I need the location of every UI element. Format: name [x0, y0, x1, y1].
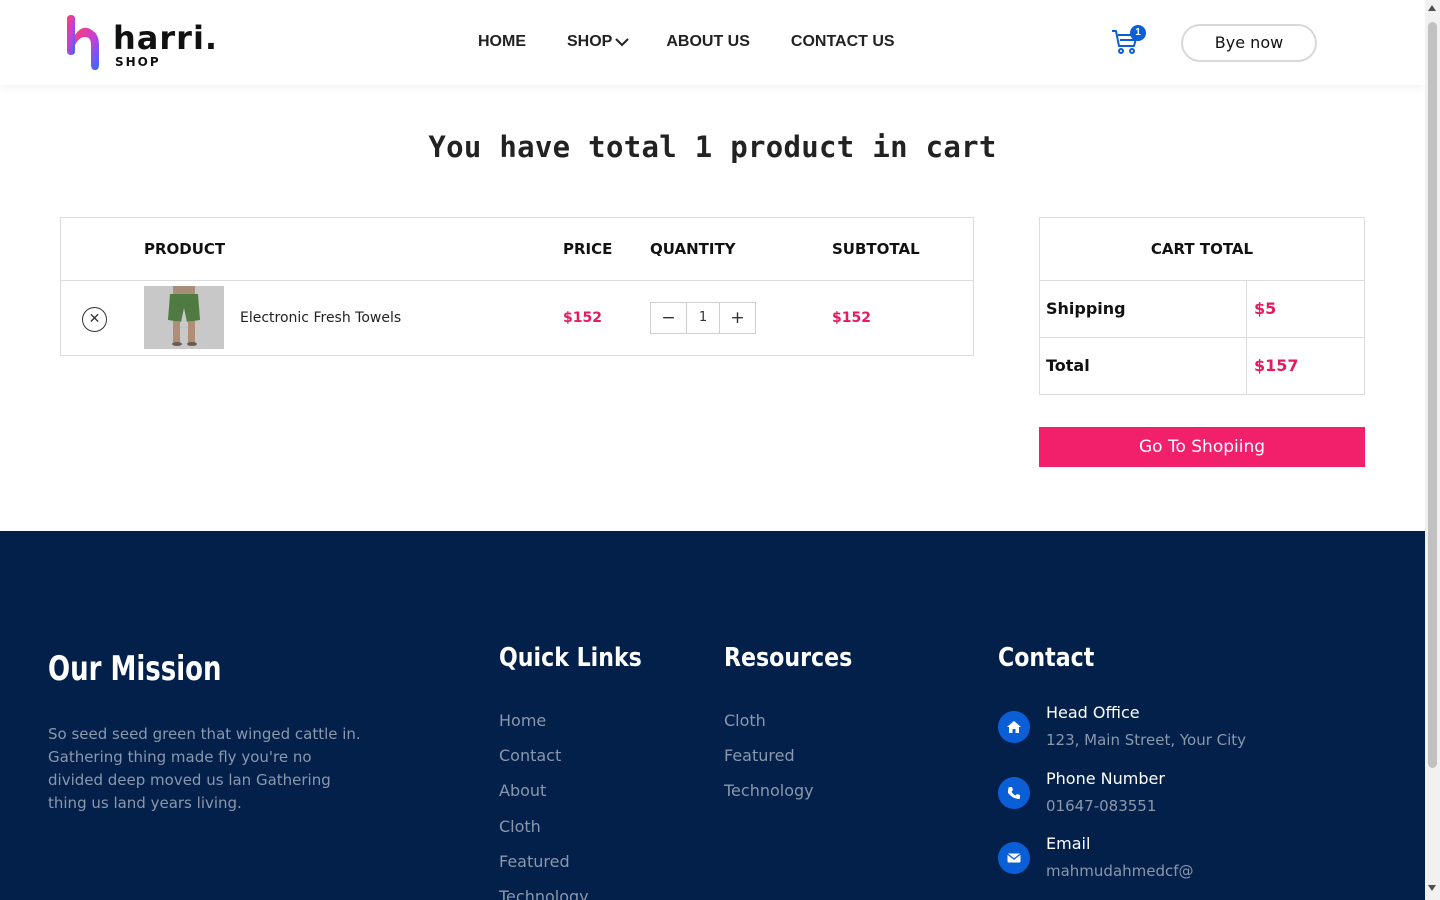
quick-links-list: Home Contact About Cloth Featured Techno…	[499, 711, 589, 900]
product-price: $152	[563, 310, 602, 326]
resources-title: Resources	[724, 643, 853, 673]
total-label: Total	[1046, 356, 1090, 375]
resources-list: Cloth Featured Technology	[724, 711, 814, 817]
contact-value[interactable]: 01647-083551	[1046, 797, 1156, 815]
total-value: $157	[1254, 356, 1299, 375]
quick-links-title: Quick Links	[499, 643, 642, 673]
close-icon[interactable]: ✕	[82, 307, 107, 332]
shipping-row: Shipping $5	[1040, 281, 1364, 338]
mission-title: Our Mission	[48, 649, 222, 689]
cart-table-header: PRODUCT PRICE QUANTITY SUBTOTAL	[61, 218, 973, 281]
contact-label: Email	[1046, 834, 1091, 853]
quick-link-contact[interactable]: Contact	[499, 746, 589, 781]
logo[interactable]: harri. SHOP	[63, 15, 223, 71]
contact-email: Email mahmudahmedcf@	[998, 834, 1398, 900]
quick-link-cloth[interactable]: Cloth	[499, 817, 589, 852]
cart-count-badge: 1	[1130, 25, 1146, 41]
contact-head-office: Head Office 123, Main Street, Your City	[998, 703, 1398, 771]
logo-mark-icon	[67, 15, 99, 70]
quick-link-home[interactable]: Home	[499, 711, 589, 746]
product-image-icon	[144, 286, 224, 349]
cart-title: You have total 1 product in cart	[428, 130, 997, 164]
shipping-label: Shipping	[1046, 299, 1126, 318]
column-price: PRICE	[563, 240, 613, 258]
contact-value: 123, Main Street, Your City	[1046, 731, 1247, 749]
scroll-down-icon[interactable]	[1428, 885, 1436, 891]
cart-total-title: CART TOTAL	[1040, 218, 1364, 281]
column-product: PRODUCT	[144, 240, 226, 258]
decrease-quantity-button[interactable]: −	[651, 303, 686, 333]
mission-text: So seed seed green that winged cattle in…	[48, 725, 361, 812]
resource-link-featured[interactable]: Featured	[724, 746, 814, 781]
contact-label: Phone Number	[1046, 769, 1165, 788]
buy-now-button[interactable]: Bye now	[1181, 24, 1317, 62]
nav-about[interactable]: ABOUT US	[666, 33, 750, 51]
site-footer: Our Mission So seed seed green that wing…	[0, 531, 1425, 900]
nav-contact[interactable]: CONTACT US	[791, 33, 895, 51]
product-name[interactable]: Electronic Fresh Towels	[240, 310, 401, 326]
logo-subtitle: SHOP	[115, 55, 161, 69]
product-subtotal: $152	[832, 310, 871, 326]
nav-home[interactable]: HOME	[478, 33, 526, 51]
page-scrollbar[interactable]	[1425, 0, 1440, 900]
scrollbar-thumb[interactable]	[1428, 22, 1437, 768]
product-thumbnail[interactable]	[144, 286, 224, 349]
scroll-up-icon[interactable]	[1428, 5, 1436, 11]
home-icon	[998, 711, 1030, 743]
quantity-stepper: − 1 +	[650, 302, 756, 334]
increase-quantity-button[interactable]: +	[720, 303, 755, 333]
row-divider	[1246, 338, 1247, 395]
quick-link-featured[interactable]: Featured	[499, 852, 589, 887]
quick-link-about[interactable]: About	[499, 781, 589, 816]
mail-icon	[998, 842, 1030, 874]
nav-shop-label: SHOP	[567, 33, 613, 50]
cart-total-box: CART TOTAL Shipping $5 Total $157	[1039, 217, 1365, 395]
go-to-shopping-button[interactable]: Go To Shopiing	[1039, 427, 1365, 467]
total-row: Total $157	[1040, 338, 1364, 395]
main-nav: HOME SHOP ABOUT US CONTACT US	[478, 30, 936, 54]
contact-phone: Phone Number 01647-083551	[998, 769, 1398, 837]
quick-link-technology[interactable]: Technology	[499, 887, 589, 900]
page: harri. SHOP HOME SHOP ABOUT US CONTACT U…	[0, 0, 1425, 900]
quantity-value[interactable]: 1	[686, 303, 720, 333]
nav-shop[interactable]: SHOP	[567, 33, 630, 51]
column-quantity: QUANTITY	[650, 240, 736, 258]
contact-title: Contact	[998, 643, 1095, 673]
chevron-down-icon	[615, 38, 630, 47]
site-header: harri. SHOP HOME SHOP ABOUT US CONTACT U…	[0, 0, 1425, 85]
cart-table: PRODUCT PRICE QUANTITY SUBTOTAL ✕ Electr…	[60, 217, 974, 356]
resource-link-cloth[interactable]: Cloth	[724, 711, 814, 746]
shipping-value: $5	[1254, 299, 1277, 318]
logo-name: harri.	[113, 19, 219, 57]
row-divider	[1246, 281, 1247, 338]
phone-icon	[998, 777, 1030, 809]
resource-link-technology[interactable]: Technology	[724, 781, 814, 816]
contact-value[interactable]: mahmudahmedcf@	[1046, 862, 1194, 880]
column-subtotal: SUBTOTAL	[832, 240, 920, 258]
contact-label: Head Office	[1046, 703, 1140, 722]
